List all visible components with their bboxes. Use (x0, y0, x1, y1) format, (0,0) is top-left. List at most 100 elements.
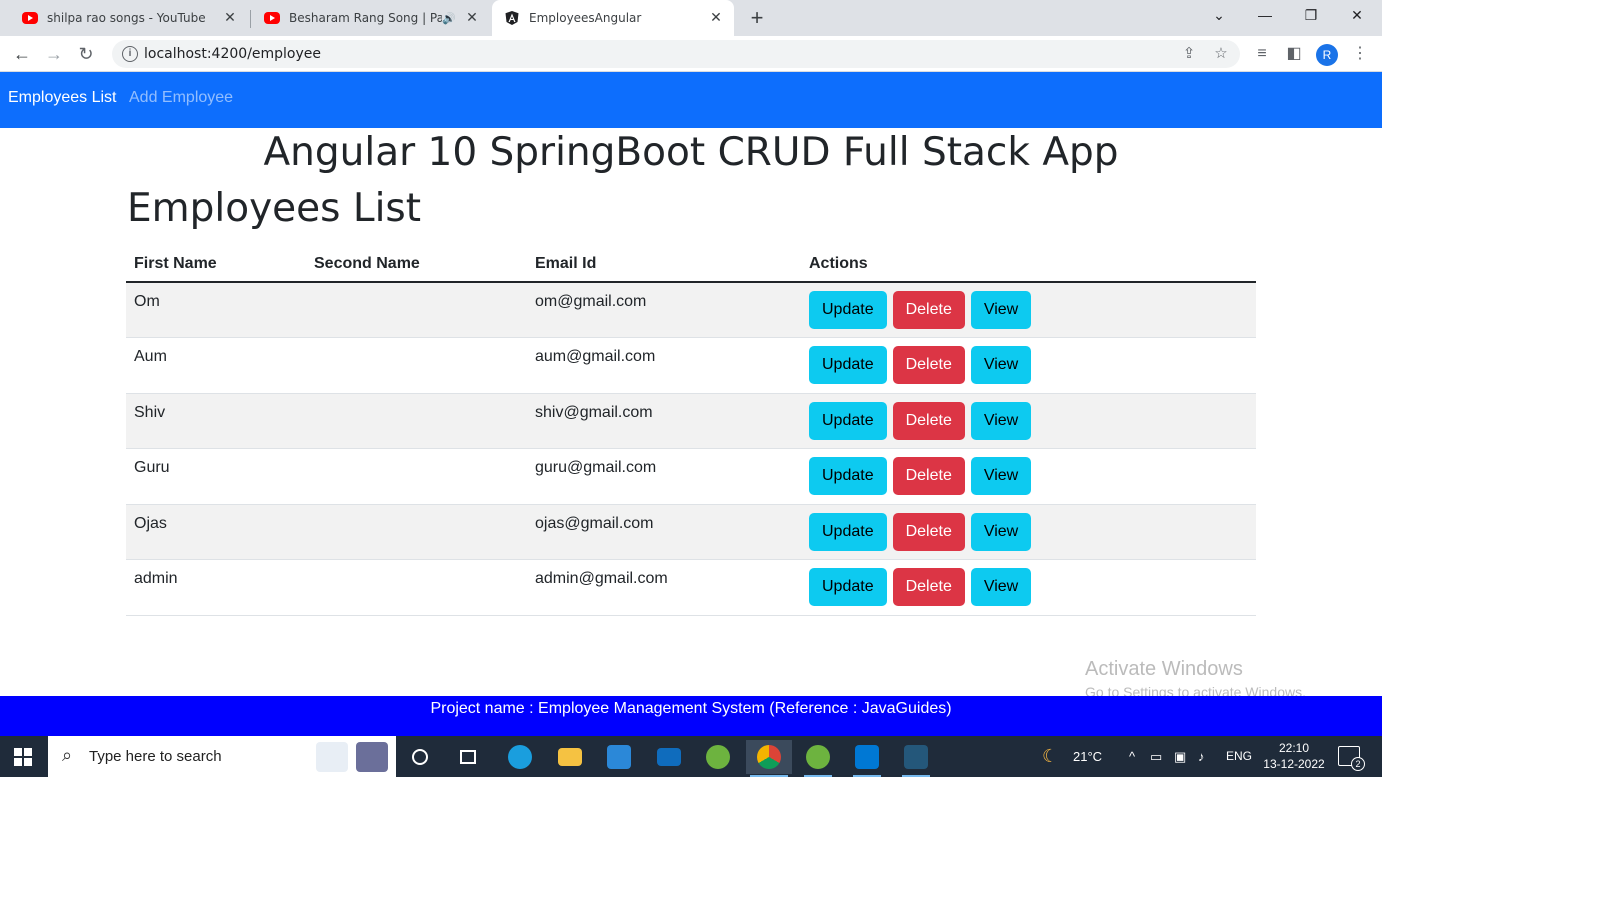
update-button[interactable]: Update (809, 457, 887, 496)
close-icon[interactable]: ✕ (222, 10, 238, 26)
search-highlight-satellite-icon (356, 742, 388, 772)
show-hidden-icons-chevron-icon[interactable]: ^ (1129, 736, 1135, 777)
cell-first-name: Om (126, 282, 306, 339)
update-button[interactable]: Update (809, 512, 887, 551)
delete-button[interactable]: Delete (892, 568, 965, 607)
cell-second-name (306, 504, 527, 561)
cell-email: admin@gmail.com (527, 559, 801, 617)
screen: shilpa rao songs - YouTube ✕ Besharam Ra… (0, 0, 1614, 906)
cell-email: ojas@gmail.com (527, 504, 801, 561)
vscode-icon[interactable] (849, 740, 885, 777)
close-icon[interactable]: ✕ (464, 10, 480, 26)
edge-icon[interactable] (502, 740, 538, 774)
meet-now-icon[interactable]: ▭ (1150, 736, 1162, 777)
clock-date: 13-12-2022 (1263, 757, 1325, 771)
reload-icon[interactable]: ↻ (74, 42, 98, 66)
volume-icon[interactable]: ♪ (1198, 736, 1205, 777)
restore-icon[interactable]: ❐ (1288, 0, 1334, 30)
back-icon[interactable]: ← (10, 42, 34, 66)
reading-list-icon[interactable]: ≡ (1250, 42, 1274, 66)
share-icon[interactable]: ⇪ (1179, 44, 1199, 64)
microsoft-store-icon[interactable] (601, 740, 637, 774)
view-button[interactable]: View (970, 512, 1032, 551)
angular-icon (505, 11, 519, 25)
file-explorer-icon[interactable] (552, 740, 588, 774)
activate-windows-watermark: Activate Windows (1085, 658, 1243, 680)
update-button[interactable]: Update (809, 401, 887, 440)
cell-actions: Update Delete View (801, 504, 1256, 561)
cell-first-name: admin (126, 559, 306, 617)
column-header-first-name: First Name (126, 246, 306, 283)
url-text[interactable]: localhost:4200/employee (144, 46, 321, 62)
cortana-icon[interactable] (402, 740, 438, 774)
cell-actions: Update Delete View (801, 393, 1256, 450)
search-highlight-icon (316, 742, 348, 772)
weather-moon-icon[interactable]: ☾ (1042, 736, 1058, 777)
cell-email: aum@gmail.com (527, 337, 801, 394)
cell-second-name (306, 448, 527, 505)
update-button[interactable]: Update (809, 568, 887, 607)
profile-avatar[interactable]: R (1316, 44, 1338, 66)
network-icon[interactable]: ▣ (1174, 736, 1186, 777)
footer-text: Project name : Employee Management Syste… (430, 700, 952, 717)
browser-window: shilpa rao songs - YouTube ✕ Besharam Ra… (0, 0, 1382, 777)
delete-button[interactable]: Delete (892, 512, 965, 551)
info-icon[interactable]: i (122, 46, 138, 62)
table-row: admin admin@gmail.com Update Delete View (126, 559, 1256, 617)
view-button[interactable]: View (970, 291, 1032, 329)
cell-first-name: Aum (126, 337, 306, 394)
nav-add-employee[interactable]: Add Employee (129, 89, 233, 107)
bookmark-star-icon[interactable]: ☆ (1211, 44, 1231, 64)
tab-search-chevron-icon[interactable]: ⌄ (1196, 0, 1242, 30)
list-heading: Employees List (127, 186, 422, 231)
delete-button[interactable]: Delete (892, 457, 965, 496)
close-icon[interactable]: ✕ (708, 10, 724, 26)
taskbar-search-box[interactable]: ⌕ Type here to search (48, 736, 396, 777)
notification-count-badge: 2 (1351, 757, 1365, 771)
task-view-icon[interactable] (450, 740, 486, 774)
tab-employees-angular[interactable]: EmployeesAngular ✕ (492, 0, 734, 36)
cell-first-name: Shiv (126, 393, 306, 450)
delete-button[interactable]: Delete (892, 401, 965, 440)
taskbar-clock[interactable]: 22:10 13-12-2022 (1263, 740, 1325, 772)
table-row: Shiv shiv@gmail.com Update Delete View (126, 393, 1256, 450)
action-center-icon[interactable]: 2 (1338, 746, 1365, 771)
delete-button[interactable]: Delete (892, 346, 965, 385)
delete-button[interactable]: Delete (892, 291, 965, 329)
view-button[interactable]: View (970, 457, 1032, 496)
cell-second-name (306, 393, 527, 450)
windows-start-icon[interactable] (14, 748, 32, 766)
spring-tools-running-icon[interactable] (800, 740, 836, 777)
close-window-icon[interactable]: ✕ (1334, 0, 1380, 30)
view-button[interactable]: View (970, 401, 1032, 440)
browser-toolbar: ← → ↻ i localhost:4200/employee ⇪ ☆ ≡ ◧ … (0, 36, 1382, 72)
table-row: Aum aum@gmail.com Update Delete View (126, 337, 1256, 394)
address-bar[interactable]: i localhost:4200/employee ⇪ ☆ (112, 40, 1240, 68)
spring-tools-icon[interactable] (700, 740, 736, 774)
employees-table: First Name Second Name Email Id Actions … (126, 246, 1256, 617)
tab-youtube-2[interactable]: Besharam Rang Song | Patha 🔊 ✕ (242, 0, 490, 36)
chrome-icon[interactable] (746, 740, 792, 777)
new-tab-button[interactable]: + (744, 5, 770, 31)
app-navbar: Employees List Add Employee (0, 72, 1382, 128)
cell-email: shiv@gmail.com (527, 393, 801, 450)
youtube-icon (264, 12, 280, 24)
view-button[interactable]: View (970, 346, 1032, 385)
view-button[interactable]: View (970, 568, 1032, 607)
menu-kebab-icon[interactable]: ⋮ (1348, 42, 1372, 66)
column-header-email: Email Id (527, 246, 801, 283)
mail-icon[interactable] (651, 740, 687, 774)
mysql-workbench-icon[interactable] (898, 740, 934, 777)
update-button[interactable]: Update (809, 346, 887, 385)
weather-temperature[interactable]: 21°C (1073, 736, 1102, 777)
update-button[interactable]: Update (809, 291, 887, 329)
side-panel-icon[interactable]: ◧ (1282, 42, 1306, 66)
minimize-icon[interactable]: — (1242, 0, 1288, 30)
forward-icon[interactable]: → (42, 42, 66, 66)
table-row: Om om@gmail.com Update Delete View (126, 282, 1256, 339)
tab-youtube-1[interactable]: shilpa rao songs - YouTube ✕ (0, 0, 248, 36)
nav-employees-list[interactable]: Employees List (8, 89, 117, 107)
tab-title: shilpa rao songs - YouTube (47, 11, 206, 25)
language-indicator[interactable]: ENG (1226, 736, 1252, 777)
speaker-icon[interactable]: 🔊 (442, 12, 456, 25)
